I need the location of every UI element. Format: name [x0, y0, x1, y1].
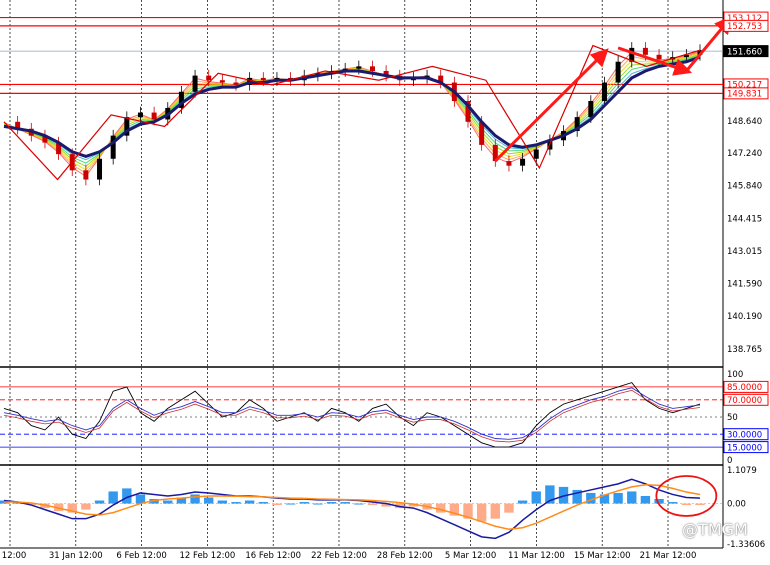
osc-y-tick: 100	[727, 370, 743, 380]
macd-y-tick: 0.00	[727, 500, 746, 510]
candle-body	[97, 158, 103, 180]
histogram-bar	[613, 492, 623, 504]
x-tick-label: 15 Mar 12:00	[574, 551, 631, 561]
candle-body	[137, 112, 143, 118]
candle-body	[206, 75, 212, 81]
histogram-bar	[695, 503, 705, 506]
histogram-bar	[299, 502, 309, 504]
candle-body	[615, 61, 621, 83]
x-tick-label: 16 Feb 12:00	[245, 551, 301, 561]
histogram-bar	[108, 491, 118, 504]
y-tick-label: 147.240	[727, 149, 762, 159]
price-panel	[0, 0, 723, 366]
price-level-label: 152.753	[727, 22, 762, 32]
y-tick-label: 145.840	[727, 182, 762, 192]
candle-body	[83, 170, 89, 180]
oscillator-level-box: 70.0000	[723, 393, 769, 406]
candle-body	[110, 135, 116, 159]
histogram-bar	[272, 503, 282, 506]
y-tick-label: 144.415	[727, 214, 762, 224]
candle-body	[588, 101, 594, 118]
candle-body	[601, 82, 607, 102]
candle-body	[192, 75, 198, 92]
price-level-label: 149.831	[727, 90, 762, 100]
x-tick-label: 6 Feb 12:00	[116, 551, 166, 561]
osc-y-tick: 0	[727, 456, 732, 466]
histogram-bar	[531, 491, 541, 504]
histogram-bar	[668, 502, 678, 504]
histogram-bar	[258, 502, 268, 504]
histogram-bar	[163, 500, 173, 504]
y-tick-label: 148.640	[727, 117, 762, 127]
histogram-bar	[354, 503, 364, 505]
x-tick-label: 22 Feb 12:00	[311, 551, 367, 561]
price-level-box: 151.660	[723, 45, 769, 57]
histogram-bar	[436, 503, 446, 513]
histogram-bar	[490, 503, 500, 519]
price-level-box: 149.831	[723, 87, 769, 100]
histogram-bar	[217, 500, 228, 504]
candle-body	[151, 112, 157, 120]
histogram-bar	[681, 503, 692, 506]
y-tick-label: 143.015	[727, 247, 762, 257]
oscillator-level-label: 15.0000	[727, 443, 762, 453]
candle-body	[642, 47, 648, 55]
candle-body	[356, 66, 362, 69]
x-tick-label: 21 Mar 12:00	[640, 551, 697, 561]
oscillator-level-label: 85.0000	[727, 383, 762, 393]
histogram-bar	[94, 500, 105, 504]
histogram-bar	[204, 497, 214, 504]
y-tick-label: 138.765	[727, 345, 762, 355]
histogram-bar	[640, 495, 651, 504]
price-level-label: 151.660	[727, 47, 762, 57]
y-tick-label: 141.590	[727, 280, 762, 290]
candle-body	[533, 149, 539, 159]
candle-body	[233, 82, 239, 85]
x-tick-label: 12 Feb 12:00	[180, 551, 236, 561]
oscillator-level-box: 85.0000	[723, 380, 769, 393]
histogram-bar	[313, 503, 323, 505]
candle-body	[369, 66, 375, 71]
histogram-bar	[517, 500, 528, 504]
macd-y-tick: 1.1079	[727, 466, 757, 476]
histogram-bar	[326, 502, 337, 504]
macd-panel	[0, 466, 723, 547]
candle-body	[656, 54, 662, 60]
oscillator-level-box: 30.0000	[723, 428, 769, 440]
histogram-bar	[340, 502, 350, 504]
histogram-bar	[190, 494, 200, 504]
oscillator-level-box: 15.0000	[723, 441, 769, 453]
histogram-bar	[367, 503, 378, 506]
x-tick-label: 28 Feb 12:00	[377, 551, 433, 561]
histogram-bar	[627, 491, 637, 504]
osc-y-tick: 50	[727, 413, 738, 423]
histogram-bar	[285, 503, 296, 505]
macd-y-tick: -1.33606	[727, 540, 765, 550]
x-tick-label: 31 Jan 12:00	[49, 551, 103, 561]
x-tick-label: 5 Mar 12:00	[445, 551, 496, 561]
histogram-bar	[81, 503, 91, 510]
oscillator-level-label: 30.0000	[727, 430, 762, 440]
histogram-bar	[244, 500, 255, 504]
histogram-bar	[476, 503, 487, 522]
histogram-bar	[504, 503, 514, 513]
x-tick-label: 11 Mar 12:00	[508, 551, 565, 561]
y-tick-label: 140.190	[727, 312, 762, 322]
oscillator-level-label: 70.0000	[727, 396, 762, 406]
x-tick-label: n 12:00	[0, 551, 26, 561]
price-level-box: 152.753	[723, 19, 769, 32]
histogram-bar	[231, 502, 241, 504]
candle-body	[506, 161, 512, 166]
chart-canvas: n 12:00 31 Jan 12:00 6 Feb 12:00 12 Feb 12:…	[0, 0, 769, 561]
candle-body	[520, 158, 526, 166]
watermark: @TMGM	[682, 520, 748, 539]
candle-body	[260, 77, 266, 81]
candle-body	[219, 80, 225, 83]
